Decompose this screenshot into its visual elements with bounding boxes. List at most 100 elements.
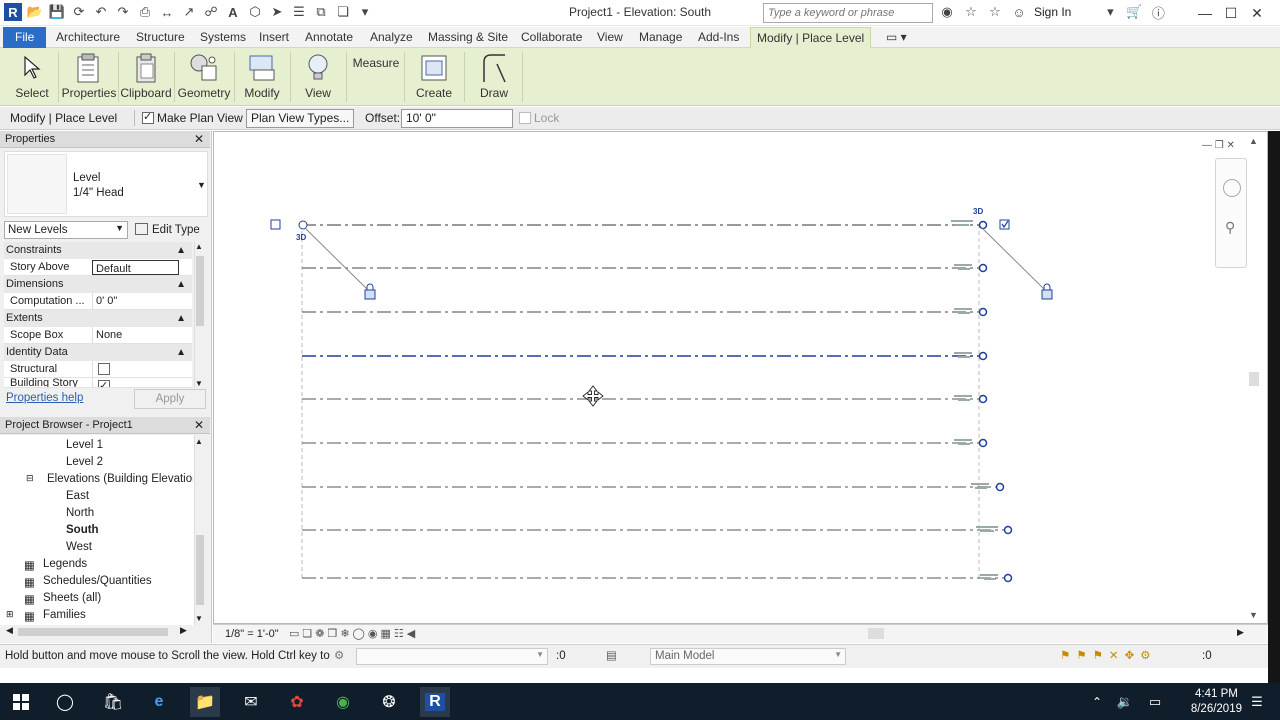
- tree-item-families[interactable]: Families: [43, 609, 86, 621]
- store-icon[interactable]: 🛍: [98, 687, 128, 717]
- editing-requests-count[interactable]: :0: [556, 650, 566, 662]
- tree-item-schedules[interactable]: Schedules/Quantities: [43, 575, 152, 587]
- level-head-left[interactable]: [298, 220, 308, 230]
- tab-massing-site[interactable]: Massing & Site: [422, 27, 514, 48]
- favorites-icon[interactable]: ☆: [986, 3, 1004, 21]
- scroll-down-icon[interactable]: ▼: [195, 614, 203, 623]
- minimize-button[interactable]: —: [1192, 2, 1218, 24]
- taskbar-clock[interactable]: 4:41 PM 8/26/2019: [1191, 687, 1242, 717]
- scroll-thumb[interactable]: [18, 628, 168, 636]
- tree-item-north[interactable]: North: [66, 507, 94, 519]
- expand-tree-icon[interactable]: ⊞: [6, 609, 14, 620]
- file-explorer-icon[interactable]: 📁: [190, 687, 220, 717]
- group-extents[interactable]: Extents ▲: [4, 310, 192, 327]
- cart-icon[interactable]: 🛒: [1125, 3, 1143, 21]
- view-tools-icons[interactable]: ▭❏❁❒❄◯◉▦☷◀: [289, 627, 418, 640]
- chevron-down-icon[interactable]: ▼: [197, 180, 206, 190]
- subscription-icon[interactable]: ☆: [962, 3, 980, 21]
- tab-architecture[interactable]: Architecture: [50, 27, 126, 48]
- story-above-field[interactable]: Default: [92, 260, 179, 275]
- scroll-thumb[interactable]: [196, 256, 204, 326]
- browser-hscrollbar[interactable]: ◀ ▶: [0, 625, 194, 639]
- tree-item-south[interactable]: South: [66, 524, 99, 536]
- instance-filter-select[interactable]: New Levels ▼: [4, 221, 128, 239]
- measure-icon[interactable]: ↔: [158, 3, 176, 21]
- view-button[interactable]: View: [294, 48, 342, 106]
- level-line[interactable]: [302, 525, 1013, 535]
- select-button[interactable]: Select: [10, 48, 54, 106]
- restore-view-icon[interactable]: ❐: [1215, 140, 1224, 151]
- properties-help-link[interactable]: Properties help: [6, 392, 83, 404]
- scroll-up-icon[interactable]: ▲: [195, 437, 203, 446]
- tray-chevron-icon[interactable]: ⌃: [1082, 687, 1112, 717]
- create-button[interactable]: Create: [408, 48, 460, 106]
- structural-checkbox[interactable]: [92, 361, 192, 378]
- search-circle-icon[interactable]: ◯: [50, 687, 80, 717]
- tree-item-west[interactable]: West: [66, 541, 92, 553]
- scroll-right-icon[interactable]: ▶: [180, 625, 187, 636]
- maximize-button[interactable]: ☐: [1218, 2, 1244, 24]
- scroll-up-icon[interactable]: ▲: [1249, 136, 1258, 146]
- 3d-extent-tag-right[interactable]: 3D: [973, 207, 983, 216]
- tree-item-level-2[interactable]: Level 2: [66, 456, 103, 468]
- sync-icon[interactable]: ⟳: [70, 3, 88, 21]
- close-button[interactable]: ✕: [1244, 2, 1270, 24]
- group-dimensions[interactable]: Dimensions ▲: [4, 276, 192, 293]
- mail-icon[interactable]: ✉: [236, 687, 266, 717]
- tree-item-elevations[interactable]: Elevations (Building Elevation: [47, 473, 193, 485]
- tab-manage[interactable]: Manage: [633, 27, 688, 48]
- steering-wheel-icon[interactable]: [1223, 179, 1241, 197]
- group-constraints[interactable]: Constraints ▲: [4, 242, 192, 259]
- dimension-icon[interactable]: ↗: [180, 3, 198, 21]
- lock-icon[interactable]: [1041, 283, 1053, 300]
- windows-start-icon[interactable]: [6, 687, 36, 717]
- customize-qat-icon[interactable]: ▾: [356, 3, 374, 21]
- thin-lines-icon[interactable]: ☰: [290, 3, 308, 21]
- level-line[interactable]: [302, 438, 988, 448]
- media-icon[interactable]: ❂: [374, 687, 404, 717]
- tree-item-sheets[interactable]: Sheets (all): [43, 592, 101, 604]
- lock-icon[interactable]: [364, 283, 376, 300]
- volume-icon[interactable]: 🔉: [1110, 687, 1140, 717]
- user-icon[interactable]: ☺: [1010, 3, 1028, 21]
- properties-scrollbar[interactable]: ▲ ▼: [194, 242, 205, 388]
- sign-in-link[interactable]: Sign In: [1034, 5, 1071, 19]
- tree-item-east[interactable]: East: [66, 490, 89, 502]
- undo-icon[interactable]: ↶: [92, 3, 110, 21]
- apply-button[interactable]: Apply: [134, 389, 206, 409]
- level-line[interactable]: [302, 394, 988, 404]
- app-icon[interactable]: ✿: [282, 687, 312, 717]
- level-line[interactable]: [302, 482, 1005, 492]
- scroll-thumb[interactable]: [196, 535, 204, 605]
- network-icon[interactable]: ▭: [1140, 687, 1170, 717]
- filter-count[interactable]: :0: [1202, 650, 1212, 662]
- search-input[interactable]: [763, 3, 933, 23]
- canvas-hscroll-thumb[interactable]: [868, 628, 884, 639]
- design-options-icon[interactable]: ▤: [606, 648, 617, 662]
- tab-analyze[interactable]: Analyze: [336, 27, 413, 48]
- building-story-checkbox[interactable]: [92, 378, 192, 387]
- edge-browser-icon[interactable]: e: [144, 687, 174, 717]
- canvas-vscroll-thumb[interactable]: [1249, 372, 1259, 386]
- level-line[interactable]: [302, 263, 988, 273]
- notifications-icon[interactable]: ☰: [1242, 687, 1272, 717]
- lock-checkbox[interactable]: Lock: [519, 111, 559, 125]
- offset-input[interactable]: 10' 0": [401, 109, 513, 128]
- 3d-view-icon[interactable]: ⬡: [246, 3, 264, 21]
- chrome-icon[interactable]: ◉: [328, 687, 358, 717]
- close-icon[interactable]: ✕: [194, 417, 204, 434]
- edit-type-button[interactable]: Edit Type: [133, 221, 205, 239]
- tab-systems[interactable]: Systems: [194, 27, 252, 48]
- revit-logo-icon[interactable]: R: [4, 3, 22, 21]
- tab-file[interactable]: File: [3, 27, 47, 48]
- revit-taskbar-icon[interactable]: R: [420, 687, 450, 717]
- 3d-extent-tag-left[interactable]: 3D: [296, 233, 306, 242]
- close-hidden-icon[interactable]: ⧉: [312, 3, 330, 21]
- scope-box-value[interactable]: None: [92, 327, 192, 344]
- tab-add-ins[interactable]: Add-Ins: [692, 27, 745, 48]
- hide-bubble-checkbox-left[interactable]: [270, 219, 281, 230]
- plan-view-types-button[interactable]: Plan View Types...: [246, 109, 355, 128]
- section-icon[interactable]: ➤: [268, 3, 286, 21]
- browser-scrollbar[interactable]: ▲ ▼: [194, 435, 205, 625]
- type-selector[interactable]: Level 1/4" Head ▼: [4, 151, 208, 217]
